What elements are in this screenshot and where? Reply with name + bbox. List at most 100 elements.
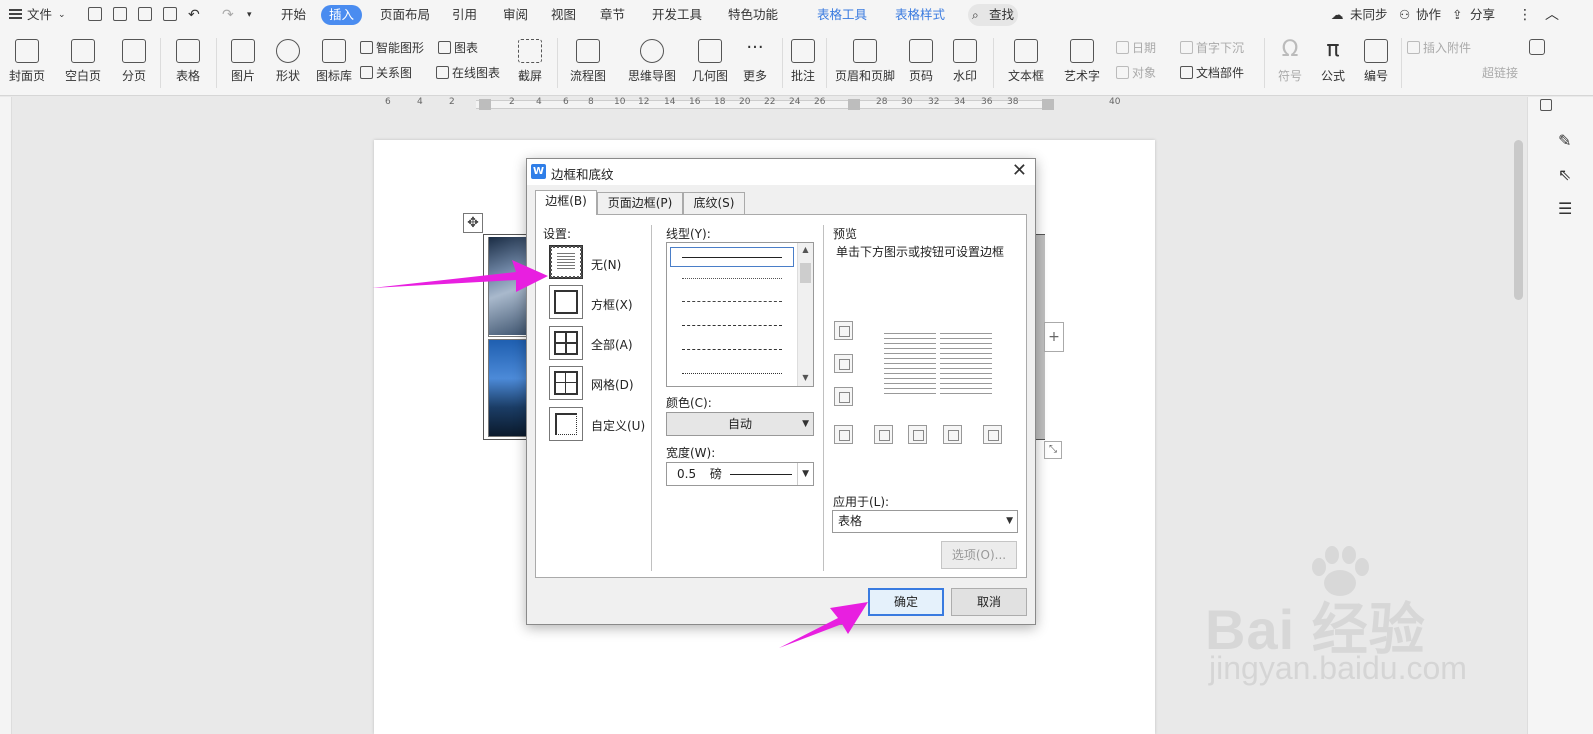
width-dropdown[interactable]: 0.5 磅 ▼ [666,462,814,486]
setting-box-label[interactable]: 方框(X) [591,296,633,313]
geometry-button[interactable]: 几何图 [688,30,732,96]
shape-button[interactable]: 形状 [266,30,310,96]
print-preview-icon[interactable] [163,7,177,21]
options-button[interactable]: 选项(O)... [941,541,1017,569]
icon-library-button[interactable]: 图标库 [312,30,356,96]
tab-page-layout[interactable]: 页面布局 [380,5,430,25]
formula-button[interactable]: π 公式 [1313,30,1353,96]
cursor-icon[interactable]: ⇖ [1558,167,1574,183]
line-style-fine-dash[interactable] [682,301,782,302]
setting-custom-icon[interactable] [549,407,583,441]
color-dropdown[interactable]: 自动 ▼ [666,412,814,436]
chevron-down-icon[interactable]: ⌄ [58,5,66,25]
ruler-margin-marker[interactable] [1042,99,1054,110]
object-button[interactable]: 对象 [1116,63,1156,83]
tab-chapter[interactable]: 章节 [600,5,625,25]
line-style-solid[interactable] [682,257,782,258]
search-label[interactable]: 查找 [989,5,1014,25]
table-resize-handle-icon[interactable]: ⤡ [1044,441,1062,459]
cross-reference-button[interactable] [1522,30,1552,96]
ruler-margin-marker[interactable] [479,99,491,110]
comment-button[interactable]: 批注 [786,30,820,96]
pen-icon[interactable]: ✎ [1558,133,1574,149]
print-icon[interactable] [138,7,152,21]
date-button[interactable]: 日期 [1116,38,1156,58]
tab-shading[interactable]: 底纹(S) [683,192,745,214]
setting-custom-label[interactable]: 自定义(U) [591,417,645,434]
panel-toggle-icon[interactable] [1540,99,1552,111]
preview-top-border-button[interactable] [834,321,853,340]
wordart-button[interactable]: 艺术字 [1057,30,1107,96]
sync-status[interactable]: 未同步 [1350,5,1388,25]
table-move-handle-icon[interactable]: ✥ [463,213,483,233]
add-column-button[interactable]: + [1044,322,1064,352]
ruler-column-marker[interactable] [848,99,860,110]
undo-icon[interactable]: ↶ [188,5,200,25]
setting-all-label[interactable]: 全部(A) [591,336,633,353]
numbering-button[interactable]: 编号 [1356,30,1396,96]
preview-inner-horizontal-button[interactable] [834,354,853,373]
save-icon[interactable] [88,7,102,21]
quick-access-dropdown-icon[interactable]: ▾ [247,5,252,25]
tab-table-style[interactable]: 表格样式 [895,5,945,25]
collaborate-button[interactable]: 协作 [1416,5,1441,25]
vertical-scrollbar[interactable] [1514,140,1523,300]
cancel-button[interactable]: 取消 [951,588,1027,616]
textbox-button[interactable]: 文本框 [1001,30,1051,96]
preview-left-border-button[interactable] [874,425,893,444]
drop-cap-button[interactable]: 首字下沉 [1180,38,1244,58]
table-image-lake[interactable] [489,340,529,436]
blank-page-button[interactable]: 空白页 [58,30,108,96]
page-number-button[interactable]: 页码 [901,30,941,96]
picture-button[interactable]: 图片 [221,30,265,96]
mindmap-button[interactable]: 思维导图 [620,30,684,96]
settings-sliders-icon[interactable]: ☰ [1558,201,1574,217]
redo-icon[interactable]: ↷ [222,5,234,25]
tab-special-features[interactable]: 特色功能 [728,5,778,25]
chart-button[interactable]: 图表 [438,38,478,58]
tab-table-tools[interactable]: 表格工具 [817,5,867,25]
apply-to-dropdown[interactable]: 表格 ▼ [832,510,1018,533]
line-style-dash-dot[interactable] [682,349,782,350]
tab-references[interactable]: 引用 [452,5,477,25]
page-break-button[interactable]: 分页 [112,30,156,96]
flowchart-button[interactable]: 流程图 [563,30,613,96]
preview-diagonal-down-button[interactable] [983,425,1002,444]
tab-review[interactable]: 审阅 [503,5,528,25]
preview-right-border-button[interactable] [943,425,962,444]
menu-file[interactable]: 文件 [27,5,52,25]
line-style-list[interactable]: ▲ ▼ [666,242,814,387]
header-footer-button[interactable]: 页眉和页脚 [833,30,897,96]
more-button[interactable]: ··· 更多 [733,30,777,96]
tab-home[interactable]: 开始 [281,5,306,25]
setting-grid-icon[interactable] [549,366,583,400]
tab-insert[interactable]: 插入 [321,5,363,25]
relationship-chart-button[interactable]: 关系图 [360,63,412,83]
insert-attachment-button[interactable]: 插入附件 [1407,38,1471,58]
tab-page-border[interactable]: 页面边框(P) [597,192,683,214]
ok-button[interactable]: 确定 [868,588,944,616]
collapse-ribbon-icon[interactable]: ︿ [1545,5,1559,25]
tab-borders[interactable]: 边框(B) [535,190,597,215]
screenshot-button[interactable]: 截屏 [508,30,552,96]
document-parts-button[interactable]: 文档部件 [1180,63,1244,83]
tab-developer[interactable]: 开发工具 [652,5,702,25]
preview-bottom-border-button[interactable] [834,387,853,406]
smart-art-button[interactable]: 智能图形 [360,38,424,58]
dialog-title-bar[interactable]: W 边框和底纹 ✕ [527,159,1035,185]
online-chart-button[interactable]: 在线图表 [436,63,500,83]
close-icon[interactable]: ✕ [1012,160,1027,182]
line-style-dash-dot-dot[interactable] [682,373,782,374]
table-button[interactable]: 表格 [166,30,210,96]
scroll-down-icon[interactable]: ▼ [798,373,813,382]
scroll-up-icon[interactable]: ▲ [798,245,813,254]
setting-grid-label[interactable]: 网格(D) [591,376,634,393]
setting-box-icon[interactable] [549,285,583,319]
preview-diagonal-up-button[interactable] [834,425,853,444]
line-style-dash[interactable] [682,325,782,326]
line-style-dotted[interactable] [682,278,782,279]
cover-page-button[interactable]: 封面页 [2,30,52,96]
line-style-scrollbar[interactable]: ▲ ▼ [797,243,813,386]
setting-none-icon[interactable] [549,245,583,279]
symbol-button[interactable]: Ω 符号 [1270,30,1310,96]
